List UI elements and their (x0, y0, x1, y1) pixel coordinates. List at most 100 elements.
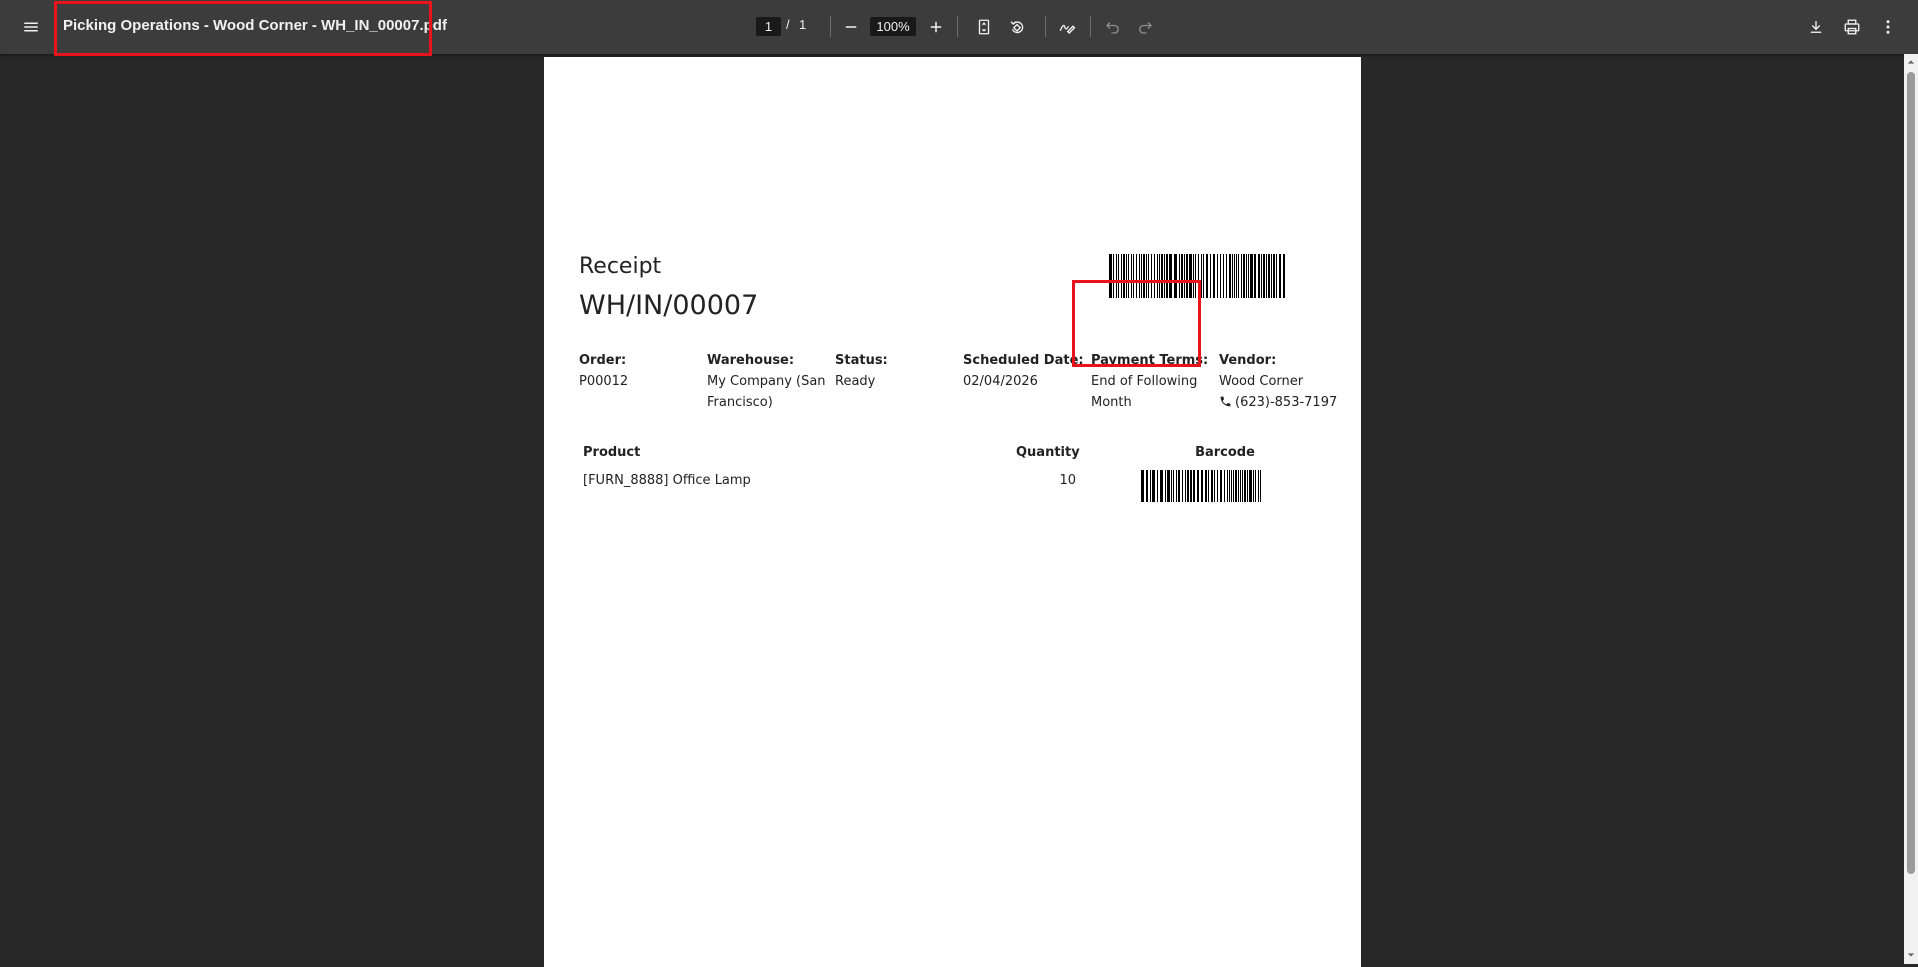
barcode-bar (1260, 470, 1262, 502)
barcode-bar (1258, 254, 1260, 298)
barcode-bar (1241, 254, 1242, 298)
barcode-bar (1186, 470, 1189, 502)
barcode-bar (1203, 254, 1204, 298)
quantity-column-header: Quantity (1016, 445, 1080, 460)
quantity-cell: 10 (1059, 473, 1076, 488)
barcode-bar (1263, 254, 1265, 298)
vendor-phone: (623)-853-7197 (1235, 395, 1338, 410)
barcode-bar (1177, 470, 1180, 502)
scroll-thumb[interactable] (1907, 72, 1915, 874)
barcode-bar (1250, 254, 1253, 298)
barcode-bar (1196, 470, 1199, 502)
toolbar-divider (1090, 16, 1091, 37)
barcode-bar (1192, 470, 1195, 502)
barcode-bar (1261, 254, 1262, 298)
vertical-scrollbar[interactable] (1904, 54, 1918, 964)
barcode-bar (1271, 254, 1272, 298)
barcode-bar (1236, 254, 1237, 298)
barcode-bar (1242, 470, 1244, 502)
barcode-bar (1231, 470, 1233, 502)
barcode-bar (1232, 254, 1233, 298)
barcode-bar (1254, 254, 1256, 298)
barcode-bar (1273, 254, 1275, 298)
barcode-bar (1227, 470, 1229, 502)
barcode-bar (1223, 254, 1224, 298)
barcode-bar (1149, 470, 1151, 502)
barcode-bar (1279, 254, 1281, 298)
vendor-label: Vendor: (1219, 353, 1277, 368)
toolbar-divider (1045, 16, 1046, 37)
download-icon[interactable] (1800, 11, 1832, 43)
barcode-bar (1184, 470, 1186, 502)
phone-icon (1219, 394, 1232, 407)
page-number-input[interactable]: 1 (756, 17, 781, 36)
barcode-bar (1175, 470, 1177, 502)
toolbar-divider (830, 16, 831, 37)
pdf-toolbar: Picking Operations - Wood Corner - WH_IN… (0, 0, 1918, 56)
zoom-out-icon[interactable] (835, 11, 867, 43)
barcode-bar (1202, 470, 1204, 502)
print-icon[interactable] (1836, 11, 1868, 43)
barcode-bar (1258, 470, 1260, 502)
barcode-bar (1220, 470, 1223, 502)
barcode-bar (1226, 254, 1227, 298)
warehouse-label: Warehouse: (707, 353, 795, 368)
zoom-in-icon[interactable] (920, 11, 952, 43)
barcode-bar (1214, 470, 1216, 502)
order-label: Order: (579, 353, 627, 368)
page-separator: / (786, 17, 790, 32)
annotate-icon[interactable] (1051, 11, 1083, 43)
scroll-down-icon[interactable] (1906, 950, 1916, 960)
vendor-phone-row: (623)-853-7197 (1219, 392, 1337, 413)
page-total: 1 (799, 17, 807, 32)
barcode-bar (1249, 470, 1253, 502)
payment-terms-value: End of Following Month (1091, 371, 1197, 413)
zoom-level-input[interactable]: 100% (870, 17, 916, 36)
barcode-bar (1234, 254, 1235, 298)
barcode-bar (1159, 470, 1163, 502)
barcode-bar (1145, 470, 1148, 502)
document-reference: WH/IN/00007 (579, 290, 759, 321)
barcode-bar (1238, 254, 1239, 298)
barcode-bar (1238, 470, 1240, 502)
order-value: P00012 (579, 374, 629, 389)
product-barcode (1141, 470, 1263, 502)
barcode-bar (1283, 254, 1285, 298)
vendor-value: Wood Corner (623)-853-7197 (1219, 371, 1337, 413)
menu-icon[interactable] (15, 11, 47, 43)
redo-icon[interactable] (1129, 11, 1161, 43)
barcode-bar (1210, 254, 1211, 298)
scheduled-date-label: Scheduled Date: (963, 353, 1084, 368)
barcode-bar (1189, 470, 1192, 502)
toolbar-divider (957, 16, 958, 37)
undo-icon[interactable] (1097, 11, 1129, 43)
barcode-bar (1268, 254, 1270, 298)
rotate-icon[interactable] (1001, 11, 1033, 43)
barcode-bar (1213, 254, 1215, 298)
barcode-bar (1229, 470, 1231, 502)
barcode-bar (1206, 254, 1208, 298)
product-cell: [FURN_8888] Office Lamp (583, 473, 751, 488)
more-options-icon[interactable] (1872, 11, 1904, 43)
barcode-column-header: Barcode (1195, 445, 1255, 460)
barcode-bar (1170, 470, 1172, 502)
status-value: Ready (835, 374, 876, 389)
product-column-header: Product (583, 445, 641, 460)
barcode-bar (1156, 470, 1158, 502)
barcode-bar (1276, 254, 1277, 298)
payment-terms-line1: End of Following (1091, 374, 1198, 389)
warehouse-value-line1: My Company (San (707, 374, 826, 389)
barcode-bar (1141, 470, 1144, 502)
barcode-bar (1235, 470, 1238, 502)
barcode-bar (1224, 470, 1226, 502)
barcode-bar (1253, 470, 1255, 502)
barcode-bar (1244, 470, 1247, 502)
scroll-up-icon[interactable] (1906, 57, 1916, 67)
barcode-bar (1217, 254, 1218, 298)
barcode-bar (1266, 254, 1267, 298)
barcode-bar (1248, 254, 1249, 298)
barcode-bar (1247, 470, 1249, 502)
fit-page-icon[interactable] (968, 11, 1000, 43)
barcode-bar (1166, 470, 1170, 502)
barcode-bar (1205, 470, 1208, 502)
